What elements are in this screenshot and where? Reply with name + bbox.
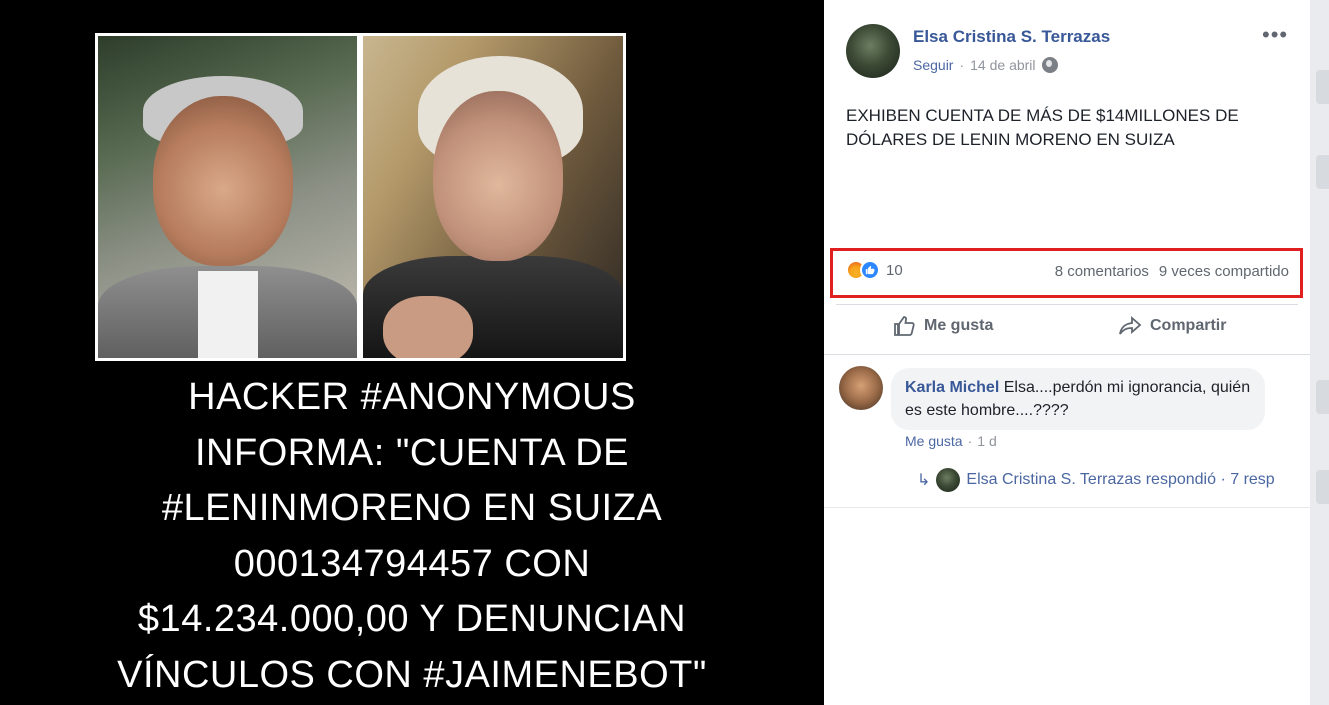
like-button[interactable]: Me gusta — [892, 314, 993, 338]
headline-line: $14.234.000,00 Y DENUNCIAN — [137, 598, 687, 640]
photo-collage — [95, 33, 626, 361]
divider — [824, 354, 1310, 355]
comment-bubble: Karla Michel Elsa....perdón mi ignoranci… — [891, 368, 1265, 430]
post-date[interactable]: 14 de abril — [970, 57, 1035, 73]
like-button-label: Me gusta — [924, 317, 994, 334]
reply-arrow-icon: ↳ — [917, 472, 931, 489]
headline-line: 000134794457 CON — [233, 542, 591, 585]
more-options-icon[interactable]: ••• — [1262, 24, 1288, 46]
post-image[interactable]: HACKER #ANONYMOUS INFORMA: "CUENTA DE #L… — [0, 0, 824, 705]
commenter-avatar[interactable] — [839, 366, 883, 410]
reaction-count: 10 — [886, 261, 903, 279]
post-panel: Elsa Cristina S. Terrazas Seguir · 14 de… — [824, 0, 1310, 705]
post-meta: Seguir · 14 de abril — [913, 57, 1058, 73]
author-avatar[interactable] — [846, 24, 900, 78]
author-name[interactable]: Elsa Cristina S. Terrazas — [913, 27, 1110, 47]
follow-link[interactable]: Seguir — [913, 57, 953, 73]
headline-line: INFORMA: "CUENTA DE — [195, 431, 629, 474]
comment-meta: Me gusta · 1 d — [905, 433, 997, 449]
meta-separator: · — [959, 57, 965, 73]
globe-icon — [1041, 57, 1058, 73]
post-text: EXHIBEN CUENTA DE MÁS DE $14MILLONES DE … — [846, 106, 1239, 149]
photo-man-right — [363, 36, 623, 358]
divider — [824, 507, 1310, 508]
replies-text: Elsa Cristina S. Terrazas respondió · 7 … — [966, 471, 1275, 488]
headline-line: #LENINMORENO EN SUIZA — [161, 487, 663, 529]
share-button[interactable]: Compartir — [1118, 314, 1226, 338]
thumbs-up-icon — [894, 316, 915, 336]
comment-age[interactable]: 1 d — [977, 433, 996, 449]
shares-count[interactable]: 9 veces compartido — [1159, 263, 1289, 280]
reply-avatar — [936, 468, 961, 492]
comment-meta-separator: · — [967, 433, 973, 449]
comment-author[interactable]: Karla Michel — [905, 379, 999, 396]
background-page-edge — [1310, 0, 1329, 705]
reactions-summary[interactable]: 10 — [846, 260, 903, 280]
replies-link[interactable]: ↳ Elsa Cristina S. Terrazas respondió · … — [917, 468, 1275, 492]
share-arrow-icon — [1119, 316, 1142, 335]
comments-count[interactable]: 8 comentarios — [1055, 263, 1149, 280]
photo-man-left — [98, 36, 357, 358]
share-button-label: Compartir — [1150, 317, 1227, 334]
divider — [836, 304, 1298, 305]
image-headline: HACKER #ANONYMOUS INFORMA: "CUENTA DE #L… — [0, 370, 824, 703]
engagement-counts: 8 comentarios 9 veces compartido — [1055, 263, 1289, 280]
headline-line: HACKER #ANONYMOUS — [188, 376, 636, 418]
headline-line: VÍNCULOS CON #JAIMENEBOT" — [117, 653, 707, 696]
comment-like-link[interactable]: Me gusta — [905, 433, 963, 449]
like-reaction-icon — [860, 260, 880, 280]
